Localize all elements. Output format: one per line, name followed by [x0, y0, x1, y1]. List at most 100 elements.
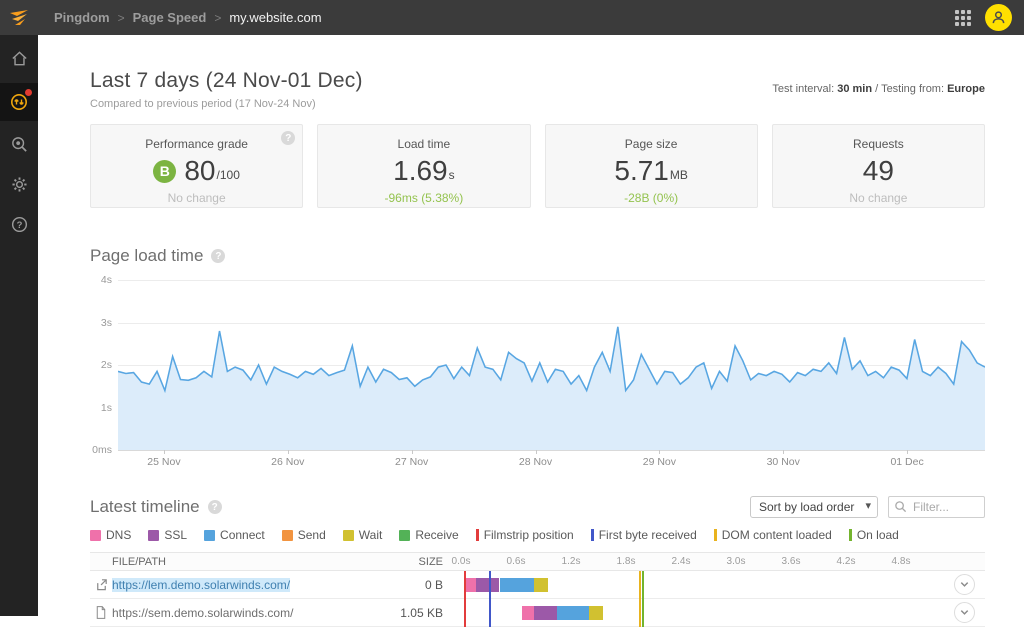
sidebar-item-page-speed[interactable] — [0, 83, 38, 121]
chart-x-tick — [164, 450, 165, 454]
chart-x-tick — [536, 450, 537, 454]
file-size: 1.05 KB — [367, 606, 455, 620]
legend-swatch — [343, 530, 354, 541]
chevron-down-icon — [959, 607, 970, 618]
legend-marker-filmstrip: Filmstrip position — [476, 528, 574, 542]
chart-y-tick-label: 2s — [101, 359, 112, 371]
marker-dom-loaded — [639, 599, 641, 627]
sidebar-item-uptime[interactable] — [0, 127, 38, 161]
test-interval-value: 30 min — [837, 83, 872, 95]
solarwinds-logo-icon — [8, 9, 30, 27]
legend-label: SSL — [164, 528, 187, 542]
legend-item-wait: Wait — [343, 528, 383, 542]
scale-tick-label: 3.0s — [727, 556, 746, 567]
legend-swatch — [204, 530, 215, 541]
search-icon — [894, 500, 907, 513]
legend-swatch — [148, 530, 159, 541]
notification-dot — [25, 89, 32, 96]
legend-item-receive: Receive — [399, 528, 458, 542]
marker-first-byte — [489, 599, 491, 627]
file-path-link[interactable]: https://lem.demo.solarwinds.com/ — [112, 578, 290, 592]
legend-label: Receive — [415, 528, 458, 542]
legend-swatch — [282, 530, 293, 541]
file-path-link[interactable]: https://sem.demo.solarwinds.com/ — [112, 606, 293, 620]
legend-label: DNS — [106, 528, 131, 542]
chart-y-tick-label: 0ms — [92, 444, 112, 456]
legend-item-ssl: SSL — [148, 528, 187, 542]
user-avatar[interactable] — [985, 4, 1012, 31]
sidebar-item-help[interactable]: ? — [0, 207, 38, 241]
table-row: https://lem.demo.solarwinds.com/0 B — [90, 571, 985, 599]
legend-marker-on-load: On load — [849, 528, 899, 542]
marker-filmstrip — [464, 571, 466, 599]
table-row: https://sem.demo.solarwinds.com/1.05 KB — [90, 599, 985, 627]
card-value-suffix: MB — [670, 168, 688, 185]
segment-connect — [557, 606, 589, 620]
request-timeline — [455, 571, 985, 599]
segment-connect — [500, 578, 535, 592]
legend-label: DOM content loaded — [722, 528, 832, 542]
sort-select[interactable]: Sort by load order — [750, 496, 878, 518]
left-sidebar: ? — [0, 35, 38, 616]
sidebar-item-settings[interactable] — [0, 167, 38, 201]
timeline-scale: 0.0s0.6s1.2s1.8s2.4s3.0s3.6s4.2s4.8s — [455, 553, 985, 570]
expand-row-button[interactable] — [954, 574, 975, 595]
section-title-page-load-time: Page load time — [90, 246, 203, 266]
latest-timeline-section: Latest timeline ? Sort by load order — [90, 496, 985, 627]
scale-tick-label: 0.6s — [507, 556, 526, 567]
file-size: 0 B — [367, 578, 455, 592]
sidebar-item-home[interactable] — [0, 41, 38, 75]
page-load-help-icon[interactable]: ? — [211, 249, 225, 263]
card-load-time: Load time 1.69 s -96ms (5.38%) — [317, 124, 530, 208]
breadcrumb-item[interactable]: my.website.com — [229, 10, 321, 25]
marker-first-byte — [489, 571, 491, 599]
marker-filmstrip — [464, 599, 466, 627]
card-title: Requests — [773, 137, 984, 151]
chart-x-tick — [783, 450, 784, 454]
chart-y-tick-label: 4s — [101, 274, 112, 286]
card-value: 1.69 — [393, 157, 448, 185]
chart-y-tick-label: 3s — [101, 317, 112, 329]
request-timeline — [455, 599, 985, 627]
chart-x-tick-label: 30 Nov — [767, 456, 800, 468]
test-settings-summary: Test interval: 30 min / Testing from: Eu… — [772, 83, 985, 95]
latest-timeline-help-icon[interactable]: ? — [208, 500, 222, 514]
external-link-icon — [90, 577, 112, 592]
marker-dom-loaded — [639, 571, 641, 599]
timeline-table-header: FILE/PATH SIZE 0.0s0.6s1.2s1.8s2.4s3.0s3… — [90, 553, 985, 571]
solarwinds-logo[interactable] — [0, 0, 38, 35]
breadcrumb-item[interactable]: Pingdom — [54, 10, 110, 25]
apps-grid-icon[interactable] — [955, 10, 971, 26]
segment-ssl — [534, 606, 557, 620]
scale-tick-label: 4.8s — [892, 556, 911, 567]
segment-wait — [534, 578, 548, 592]
card-value-suffix: /100 — [217, 168, 240, 185]
chart-x-tick-label: 28 Nov — [519, 456, 552, 468]
chart-x-axis: 25 Nov26 Nov27 Nov28 Nov29 Nov30 Nov01 D… — [118, 450, 985, 470]
load-time-chart[interactable]: 0ms1s2s3s4s — [118, 280, 985, 450]
column-file-path: FILE/PATH — [112, 556, 367, 568]
card-change: No change — [91, 191, 302, 205]
page-title: Last 7 days (24 Nov-01 Dec) — [90, 69, 363, 93]
testing-from-label: / Testing from: — [872, 83, 947, 95]
expand-row-button[interactable] — [954, 602, 975, 623]
chart-x-tick — [907, 450, 908, 454]
card-title: Load time — [318, 137, 529, 151]
segment-dns — [522, 606, 535, 620]
card-change: -96ms (5.38%) — [318, 191, 529, 205]
legend-label: On load — [857, 528, 899, 542]
svg-text:?: ? — [16, 219, 22, 230]
document-icon — [90, 605, 112, 620]
card-value-suffix: s — [449, 168, 455, 185]
legend-item-connect: Connect — [204, 528, 265, 542]
scale-tick-label: 1.8s — [617, 556, 636, 567]
scale-tick-label: 0.0s — [452, 556, 471, 567]
summary-cards: ? Performance grade B 80 /100 No change … — [90, 124, 985, 208]
breadcrumb-item[interactable]: Page Speed — [133, 10, 207, 25]
legend-item-send: Send — [282, 528, 326, 542]
legend-marker-swatch — [849, 529, 852, 541]
home-icon — [10, 49, 29, 68]
card-title: Page size — [546, 137, 757, 151]
breadcrumb-separator: > — [214, 11, 221, 25]
section-title-latest-timeline: Latest timeline — [90, 497, 200, 517]
